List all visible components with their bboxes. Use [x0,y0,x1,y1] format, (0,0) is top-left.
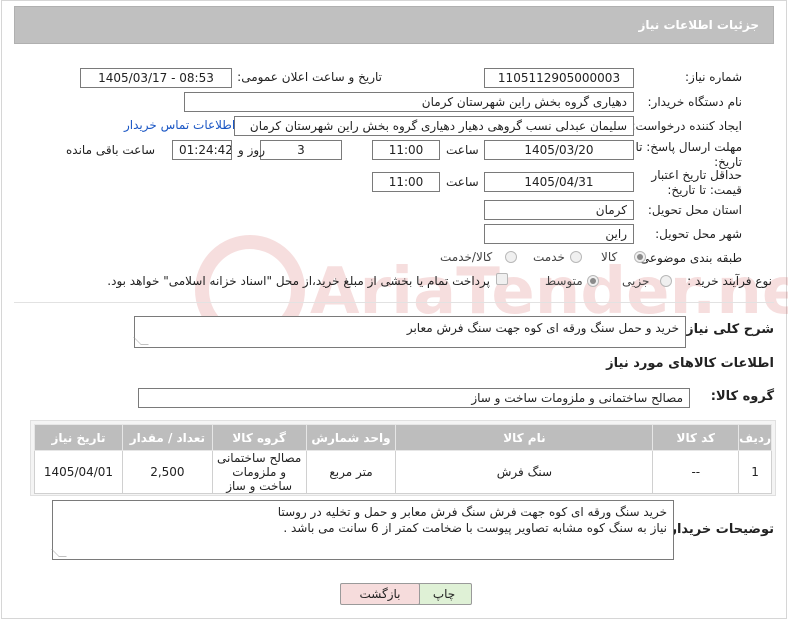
validity-label: حداقل تاریخ اعتبار قیمت: تا تاریخ: [651,168,742,197]
validity-time-label: ساعت [446,175,479,189]
need-number-label: شماره نیاز: [685,70,742,84]
province-label: استان محل تحویل: [647,203,742,217]
col-item-name: نام کالا [395,424,654,451]
remaining-label: ساعت باقی مانده [66,143,156,157]
page-title: جزئیات اطلاعات نیاز [638,18,759,32]
description-text: خرید و حمل سنگ ورقه ای کوه جهت سنگ فرش م… [406,321,679,335]
remaining-time-field: 01:24:42 [172,140,232,160]
treasury-note: پرداخت تمام یا بخشی از مبلغ خرید،از محل … [107,274,490,288]
category-option-goods: کالا [601,250,618,264]
days-field: 3 [260,140,342,160]
province-field: کرمان [484,200,634,220]
process-label: نوع فرآیند خرید : [687,274,772,288]
buyer-notes-field[interactable]: خرید سنگ ورقه ای کوه جهت فرش سنگ فرش معا… [51,500,674,560]
col-item-code: کد کالا [652,424,740,451]
cell-item-code: -- [652,450,740,494]
days-label: روز و [238,143,265,157]
category-option-service: خدمت [533,250,565,264]
resize-handle-icon[interactable] [133,337,149,345]
category-radio-goods[interactable] [634,251,646,263]
process-option-minor: جزیی [622,274,650,288]
category-radio-goods-service[interactable] [505,251,517,263]
table-row: 1 -- سنگ فرش متر مربع مصالح ساختمانی و م… [34,450,772,494]
cell-unit: متر مربع [305,450,397,494]
buyer-org-label: نام دستگاه خریدار: [647,95,743,109]
need-number-field: 1105112905000003 [484,68,634,88]
validity-date-field: 1405/04/31 [484,172,634,192]
goods-table: ردیف کد کالا نام کالا واحد شمارش گروه کا… [34,424,772,494]
buyer-org-field: دهیاری گروه بخش راین شهرستان کرمان [184,92,634,112]
buyer-notes-label: توضیحات خریدار: [664,522,774,537]
goods-group-label: گروه کالا: [710,389,774,404]
validity-time-field: 11:00 [372,172,440,192]
process-option-medium: متوسط [545,274,583,288]
divider [14,302,774,303]
description-field[interactable]: خرید و حمل سنگ ورقه ای کوه جهت سنگ فرش م… [133,316,686,348]
deadline-time-field: 11:00 [372,140,440,160]
city-field: راین [484,224,634,244]
cell-row-number: 1 [738,450,772,494]
cell-item-group: مصالح ساختمانی و ملزومات ساخت و ساز [211,450,307,494]
goods-table-header-row: ردیف کد کالا نام کالا واحد شمارش گروه کا… [34,424,772,451]
creator-label: ایجاد کننده درخواست: [631,119,742,133]
buyer-notes-line-1: خرید سنگ ورقه ای کوه جهت فرش سنگ فرش معا… [277,505,667,519]
treasury-checkbox[interactable] [496,273,508,285]
col-row-number: ردیف [738,424,772,451]
category-option-goods-service: کالا/خدمت [440,250,493,264]
print-button[interactable]: چاپ [416,583,472,605]
contact-buyer-link[interactable]: اطلاعات تماس خریدار [124,118,235,132]
col-unit: واحد شمارش [305,424,397,451]
goods-group-field: مصالح ساختمانی و ملزومات ساخت و ساز [138,388,690,408]
city-label: شهر محل تحویل: [655,227,742,241]
category-label: طبقه بندی موضوعی: [635,251,742,265]
deadline-label: مهلت ارسال پاسخ: تا تاریخ: [635,140,742,169]
col-item-group: گروه کالا [211,424,307,451]
col-need-date: تاریخ نیاز [34,424,123,451]
process-radio-medium[interactable] [587,275,599,287]
col-quantity: تعداد / مقدار [121,424,213,451]
cell-need-date: 1405/04/01 [34,450,123,494]
cell-item-name: سنگ فرش [395,450,654,494]
announce-field: 1405/03/17 - 08:53 [80,68,232,88]
creator-field: سلیمان عبدلی نسب گروهی دهیار دهیاری گروه… [234,116,634,136]
goods-section-title: اطلاعات کالاهای مورد نیاز [606,356,774,371]
back-button[interactable]: بازگشت [340,583,420,605]
category-radio-service[interactable] [570,251,582,263]
deadline-date-field: 1405/03/20 [484,140,634,160]
process-radio-minor[interactable] [660,275,672,287]
deadline-time-label: ساعت [446,143,479,157]
description-label: شرح کلی نیاز: [680,322,774,337]
cell-quantity: 2,500 [121,450,213,494]
resize-handle-icon[interactable] [51,549,67,557]
page-header: جزئیات اطلاعات نیاز [14,6,774,44]
buyer-notes-line-2: نیاز به سنگ کوه مشابه تصاویر پیوست با ضخ… [283,521,667,535]
announce-label: تاریخ و ساعت اعلان عمومی: [237,70,382,84]
